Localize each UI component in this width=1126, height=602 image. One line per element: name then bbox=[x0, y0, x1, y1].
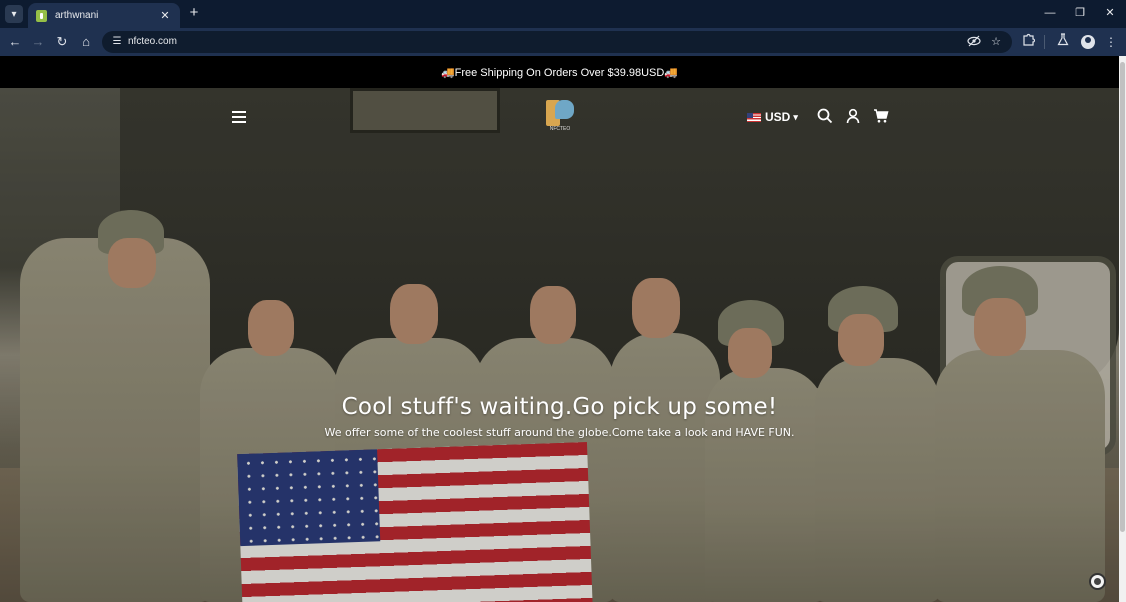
hamburger-line bbox=[232, 111, 246, 113]
puzzle-icon[interactable] bbox=[1018, 32, 1038, 52]
web-page: 🚚Free Shipping On Orders Over $39.98USD🚚 bbox=[0, 56, 1119, 602]
search-icon[interactable] bbox=[817, 108, 835, 126]
shopify-favicon-icon bbox=[36, 9, 47, 22]
back-arrow-icon[interactable]: ← bbox=[5, 32, 25, 52]
more-vertical-icon[interactable]: ⋮ bbox=[1101, 32, 1121, 52]
hero-banner: NFCTEO USD ▾ Cool stuff's waiting.Go pic… bbox=[0, 88, 1119, 602]
logo-shape-right bbox=[555, 100, 574, 119]
eye-off-svg bbox=[967, 35, 981, 47]
hero-text-block: Cool stuff's waiting.Go pick up some! We… bbox=[0, 394, 1119, 439]
reload-icon[interactable]: ↻ bbox=[52, 32, 72, 52]
browser-tab[interactable]: arthwnani ✕ bbox=[28, 3, 180, 28]
browser-toolbar: ← → ↻ ⌂ ☰ nfcteo.com ☆ ⋮ bbox=[0, 28, 1126, 56]
currency-code: USD bbox=[765, 110, 791, 124]
announcement-bar: 🚚Free Shipping On Orders Over $39.98USD🚚 bbox=[0, 56, 1119, 88]
hero-title: Cool stuff's waiting.Go pick up some! bbox=[341, 394, 778, 420]
tab-close-icon[interactable]: ✕ bbox=[158, 9, 172, 22]
chat-widget-icon[interactable] bbox=[1089, 573, 1106, 590]
flask-icon[interactable] bbox=[1053, 32, 1073, 52]
forward-arrow-icon[interactable]: → bbox=[28, 32, 48, 52]
toolbar-divider bbox=[1044, 35, 1045, 49]
eye-off-icon[interactable] bbox=[966, 34, 982, 50]
tab-search-chevron-icon[interactable]: ▾ bbox=[5, 5, 23, 23]
logo-text: NFCTEO bbox=[549, 126, 571, 132]
flask-svg bbox=[1057, 33, 1069, 46]
cart-icon[interactable] bbox=[873, 108, 891, 126]
profile-icon[interactable] bbox=[1081, 35, 1095, 49]
chevron-down-icon: ▾ bbox=[793, 111, 798, 122]
account-icon[interactable] bbox=[845, 108, 863, 126]
page-scrollbar[interactable] bbox=[1119, 56, 1126, 602]
hamburger-line bbox=[232, 121, 246, 123]
hero-overlay bbox=[0, 88, 1119, 602]
home-icon[interactable]: ⌂ bbox=[76, 32, 96, 52]
tab-title: arthwnani bbox=[55, 10, 99, 21]
star-icon[interactable]: ☆ bbox=[988, 34, 1004, 50]
minimize-button[interactable]: — bbox=[1036, 4, 1064, 22]
tune-icon[interactable]: ☰ bbox=[110, 35, 124, 49]
cart-svg bbox=[874, 109, 889, 123]
menu-hamburger-icon[interactable] bbox=[232, 111, 246, 123]
store-header: NFCTEO USD ▾ bbox=[0, 100, 1119, 134]
close-window-button[interactable]: ✕ bbox=[1096, 4, 1124, 22]
currency-selector[interactable]: USD ▾ bbox=[747, 109, 798, 125]
address-bar[interactable]: ☰ nfcteo.com ☆ bbox=[102, 31, 1012, 53]
restore-button[interactable]: ❐ bbox=[1066, 4, 1094, 22]
url-text[interactable]: nfcteo.com bbox=[128, 35, 177, 49]
us-flag-icon bbox=[747, 112, 761, 122]
account-svg bbox=[846, 108, 860, 124]
new-tab-button[interactable]: + bbox=[186, 4, 202, 22]
hero-subtitle: We offer some of the coolest stuff aroun… bbox=[324, 426, 795, 439]
search-svg bbox=[817, 108, 833, 124]
hamburger-line bbox=[232, 116, 246, 118]
puzzle-svg bbox=[1022, 33, 1035, 46]
scrollbar-thumb[interactable] bbox=[1120, 62, 1125, 532]
browser-tab-bar: ▾ arthwnani ✕ + — ❐ ✕ bbox=[0, 0, 1126, 28]
store-logo[interactable]: NFCTEO bbox=[546, 100, 574, 132]
